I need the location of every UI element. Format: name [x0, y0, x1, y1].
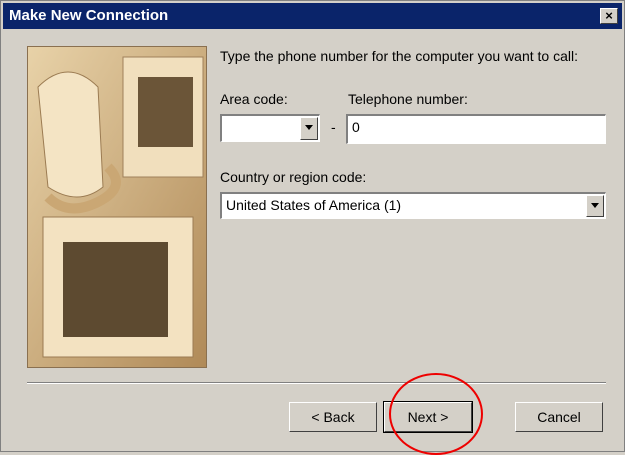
area-code-dropdown-button[interactable]	[300, 117, 318, 140]
cancel-button[interactable]: Cancel	[515, 402, 603, 432]
make-new-connection-dialog: Make New Connection × Type the phone num…	[0, 0, 625, 455]
instructions-text: Type the phone number for the computer y…	[220, 48, 578, 64]
telephone-number-input[interactable]: 0	[346, 114, 606, 144]
close-icon: ×	[605, 8, 613, 23]
country-code-value: United States of America (1)	[226, 197, 402, 213]
next-button[interactable]: Next >	[383, 401, 473, 433]
window-title: Make New Connection	[9, 7, 169, 24]
telephone-number-label: Telephone number:	[348, 91, 468, 107]
footer-separator	[27, 382, 606, 384]
area-code-combobox[interactable]	[220, 114, 320, 142]
close-button[interactable]: ×	[600, 8, 618, 24]
dash-separator: -	[331, 119, 336, 135]
area-code-label: Area code:	[220, 91, 288, 107]
title-bar: Make New Connection ×	[3, 3, 622, 29]
telephone-number-value: 0	[352, 119, 360, 135]
country-code-label: Country or region code:	[220, 169, 367, 185]
wizard-illustration	[27, 46, 207, 368]
back-button[interactable]: < Back	[289, 402, 377, 432]
country-code-dropdown-button[interactable]	[586, 195, 604, 217]
country-code-combobox[interactable]: United States of America (1)	[220, 192, 606, 219]
computer-phone-illustration	[28, 47, 206, 367]
